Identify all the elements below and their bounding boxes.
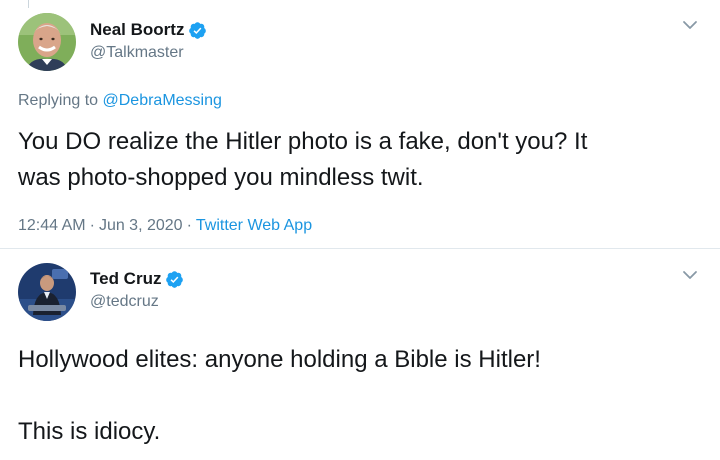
chevron-down-icon[interactable] (682, 19, 698, 31)
verified-badge-icon (189, 21, 207, 39)
thread-connector (28, 0, 29, 8)
tweet-screenshot: Neal Boortz @Talkmaster Replying to @Deb… (0, 0, 720, 460)
author-row: Neal Boortz (90, 20, 207, 40)
tweet-text: Hollywood elites: anyone holding a Bible… (18, 346, 541, 445)
replying-to: Replying to @DebraMessing (18, 91, 222, 111)
handle[interactable]: @Talkmaster (90, 43, 184, 63)
tweet-text: You DO realize the Hitler photo is a fak… (18, 128, 588, 191)
display-name[interactable]: Ted Cruz (90, 269, 161, 289)
tweet-meta: 12:44 AM · Jun 3, 2020 · Twitter Web App (18, 216, 312, 236)
avatar[interactable] (18, 13, 76, 71)
meta-separator: · (186, 217, 192, 234)
meta-separator: · (89, 217, 95, 234)
tweet-card: Ted Cruz @tedcruz Hollywood elites: anyo… (0, 249, 720, 460)
tweet-source-link[interactable]: Twitter Web App (196, 217, 312, 234)
verified-badge-icon (166, 270, 184, 288)
author-row: Ted Cruz (90, 269, 184, 289)
avatar[interactable] (18, 263, 76, 321)
reply-prefix: Replying to (18, 92, 99, 109)
tweet-date[interactable]: Jun 3, 2020 (99, 217, 183, 234)
display-name[interactable]: Neal Boortz (90, 20, 184, 40)
tweet-time[interactable]: 12:44 AM (18, 217, 86, 234)
avatar-ted-cruz-icon (18, 263, 76, 321)
handle[interactable]: @tedcruz (90, 292, 159, 312)
tweet-card: Neal Boortz @Talkmaster Replying to @Deb… (0, 0, 720, 249)
chevron-down-icon[interactable] (682, 269, 698, 281)
avatar-neal-boortz-icon (18, 13, 76, 71)
reply-to-link[interactable]: @DebraMessing (103, 92, 222, 109)
